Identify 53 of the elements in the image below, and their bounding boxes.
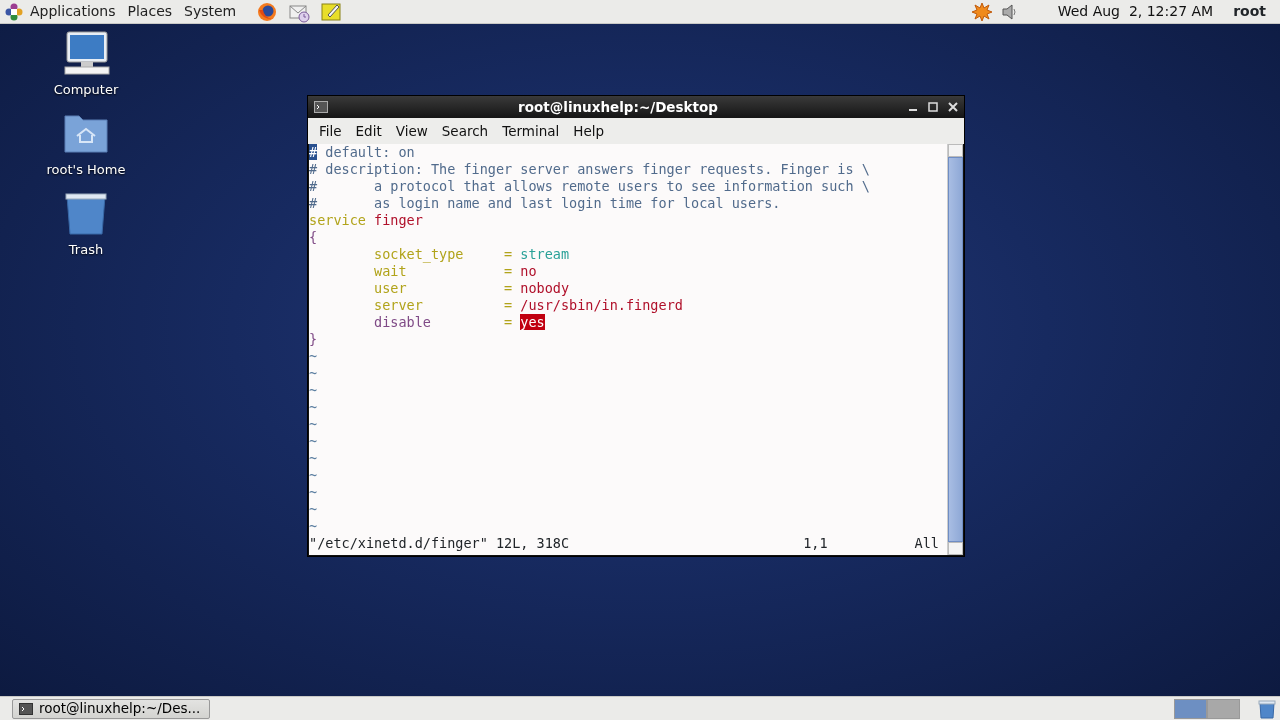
code-line: socket_type = stream — [373, 246, 571, 263]
code-line: ~ — [309, 416, 319, 433]
terminal-icon — [19, 702, 33, 715]
taskbar-button[interactable]: root@linuxhelp:~/Des... — [12, 698, 210, 719]
menu-item[interactable]: Terminal — [495, 120, 567, 142]
clock[interactable]: Wed Aug 2, 12:27 AM — [1057, 1, 1214, 22]
icon-label[interactable]: Computer — [53, 80, 119, 100]
workspace[interactable] — [1174, 698, 1207, 719]
menu-item[interactable]: Edit — [348, 120, 389, 142]
menu-item[interactable]: Help — [566, 120, 612, 142]
code-line: # a protocol that allows remote users to see information such \ — [309, 178, 871, 195]
scroll-position: All — [914, 535, 939, 552]
code-line: ~ — [309, 467, 319, 484]
maximize-icon[interactable] — [928, 102, 938, 112]
code-line: { — [309, 229, 319, 246]
code-line: ~ — [309, 501, 319, 518]
globe-icon[interactable] — [256, 0, 279, 23]
menu-item[interactable]: Places — [121, 1, 179, 22]
code-line: disable = yes — [373, 314, 546, 331]
terminal-icon — [314, 101, 328, 113]
computer-icon[interactable] — [61, 30, 111, 76]
code-line: ~ — [309, 348, 319, 365]
cursor-position: 1,1 — [803, 535, 828, 552]
code-line: ~ — [309, 365, 319, 382]
menu-item[interactable]: View — [388, 120, 435, 142]
code-line: ~ — [309, 399, 319, 416]
scrollbar[interactable] — [947, 144, 963, 555]
user-name[interactable]: root — [1233, 1, 1266, 22]
icon-label[interactable]: root's Home — [46, 160, 126, 180]
code-line: service finger — [309, 212, 424, 229]
code-line: # description: The finger server answers finger requests. Finger is \ — [309, 161, 871, 178]
code-line: ~ — [309, 450, 319, 467]
code-line: # as login name and last login time for local users. — [309, 195, 782, 212]
menu-item[interactable]: File — [312, 120, 349, 142]
close-icon[interactable] — [948, 102, 958, 112]
logo-icon[interactable] — [4, 1, 24, 22]
code-line: server = /usr/sbin/in.fingerd — [373, 297, 684, 314]
menu-item[interactable]: Applications — [24, 1, 122, 22]
code-line: ~ — [309, 382, 319, 399]
menu-item[interactable]: System — [178, 1, 243, 22]
notepad-icon[interactable] — [320, 0, 343, 23]
code-line: } — [309, 331, 319, 348]
code-line: ~ — [309, 433, 319, 450]
window-title: root@linuxhelp:~/Desktop — [517, 97, 719, 117]
code-line: # default: on — [309, 144, 416, 161]
code-line: user = nobody — [373, 280, 571, 297]
code-line: ~ — [309, 484, 319, 501]
icon-label[interactable]: Trash — [68, 240, 104, 260]
status-message: "/etc/xinetd.d/finger" 12L, 318C — [309, 535, 570, 552]
code-line: ~ — [309, 518, 319, 535]
code-line: wait = no — [373, 263, 538, 280]
menu-item[interactable]: Search — [434, 120, 496, 142]
update-icon[interactable] — [971, 1, 992, 22]
